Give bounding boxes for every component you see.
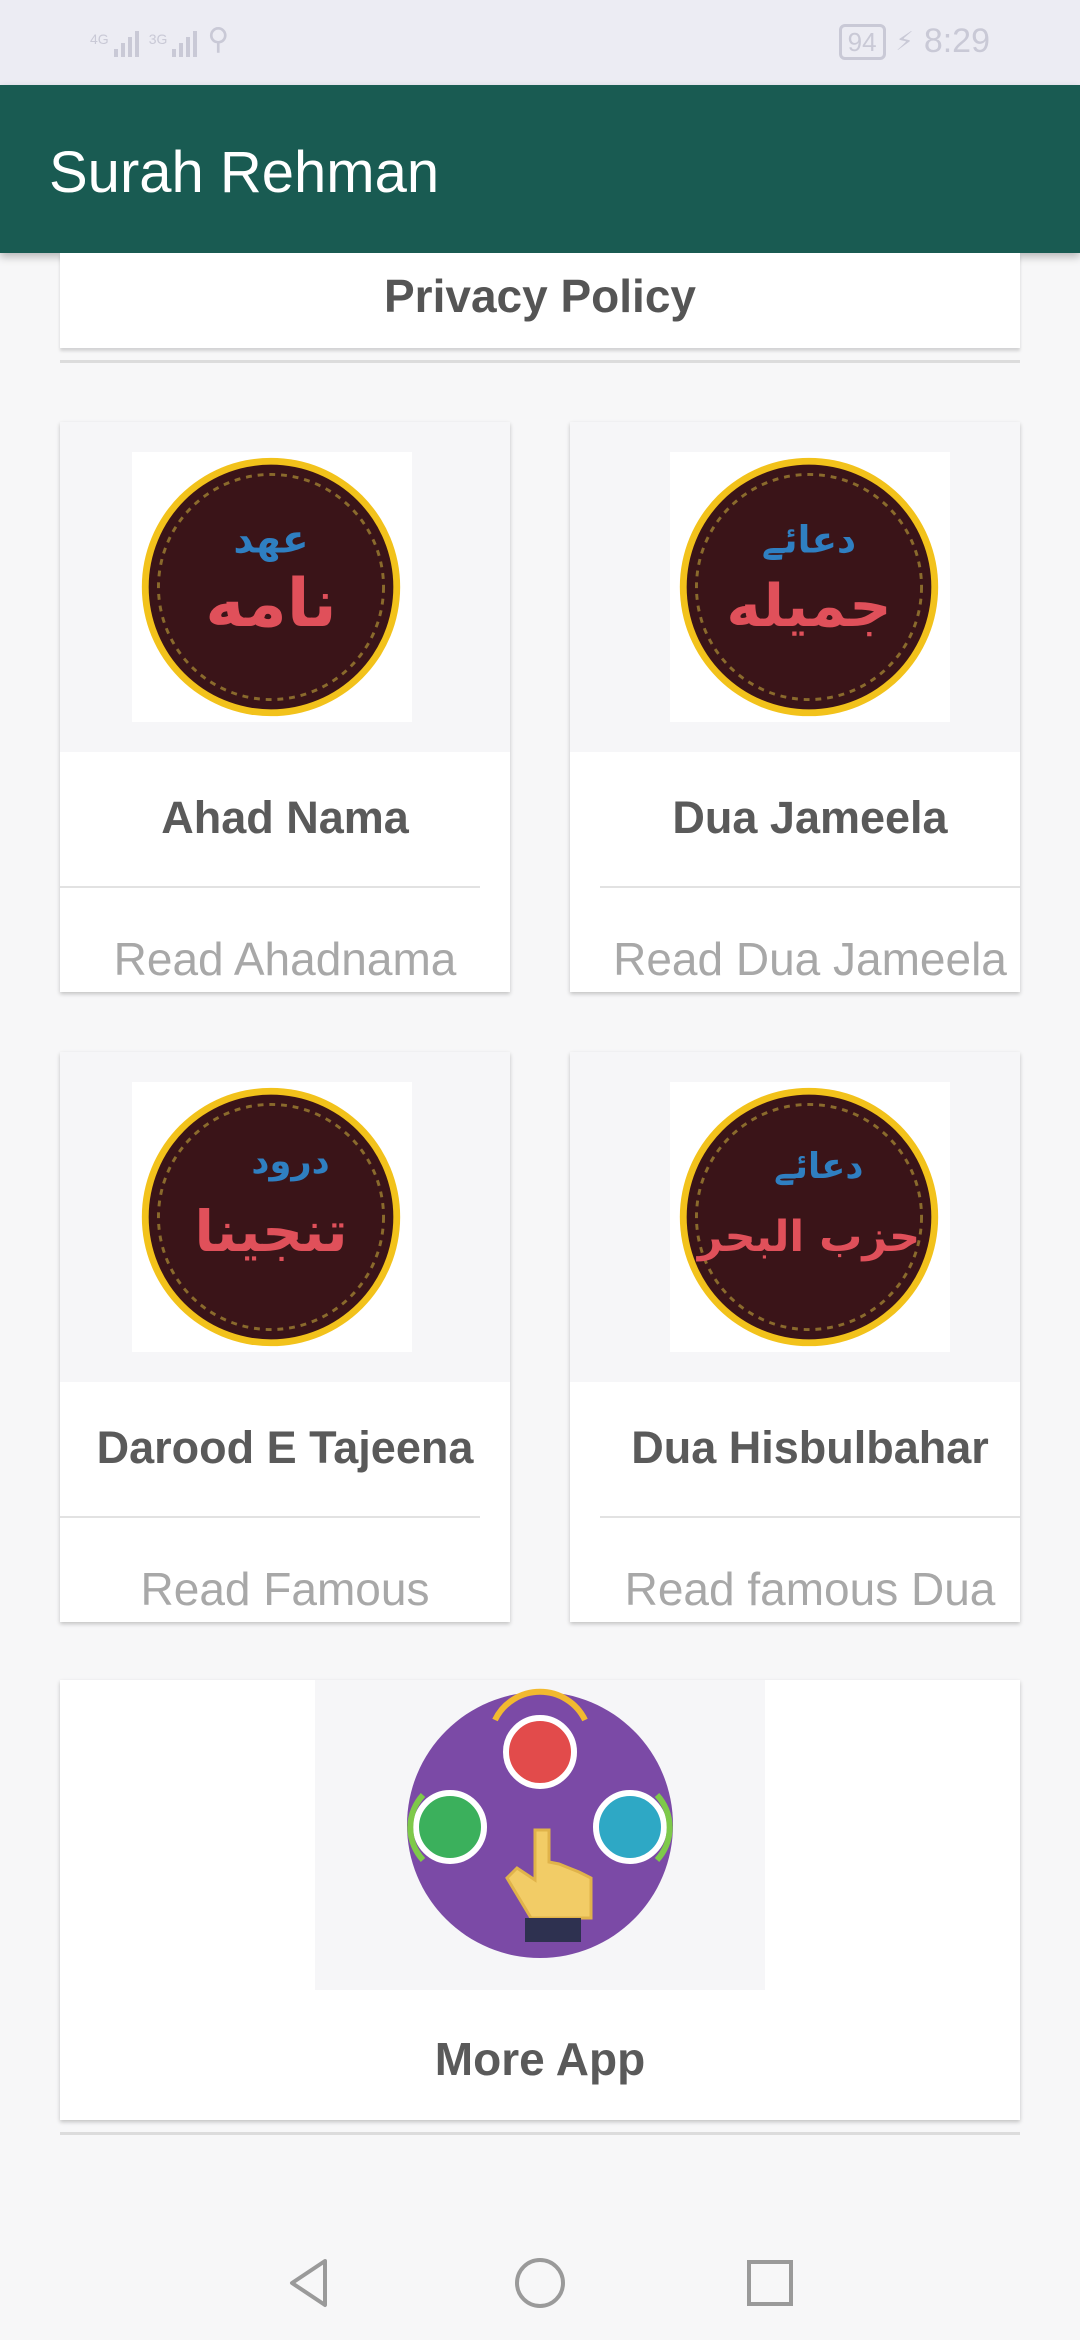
card-subtitle: Read Dua Jameela [613,933,1007,985]
more-app-image-area [315,1680,765,1990]
card-dua-jameela[interactable]: دعائے جمیله Dua Jameela Read Dua Jameela [570,422,1020,992]
card-image: دعائے حزب البحر [670,1082,950,1352]
signal-icon-2: 3G [149,31,198,57]
card-title: Darood E Tajeena [96,1422,474,1473]
bottom-divider [60,2132,1020,2135]
card-image: درود تنجینا [132,1082,412,1352]
back-icon[interactable] [280,2253,340,2313]
card-divider [60,886,480,888]
card-darood-tajeena[interactable]: درود تنجینا Darood E Tajeena Read Famous [60,1052,510,1622]
card-subtitle: Read Ahadnama [113,933,457,985]
card-image-area: دعائے جمیله [570,422,1020,752]
badge-top-text: دعائے [774,1146,863,1187]
more-app-icon [407,1688,673,1958]
badge-top-text: دعائے [762,518,856,562]
ahad-nama-logo: عهد نامه [141,457,401,717]
home-icon[interactable] [510,2253,570,2313]
badge-main-text: نامه [205,564,337,642]
dua-jameela-logo: دعائے جمیله [679,457,939,717]
navigation-bar [0,2225,1080,2340]
network-type-1: 4G [90,31,109,47]
card-divider [600,886,1020,888]
card-subtitle: Read Famous [140,1563,430,1615]
dua-hisbulbahar-logo: دعائے حزب البحر [679,1087,939,1347]
badge-main-text: تنجینا [194,1199,347,1265]
card-image-area: دعائے حزب البحر [570,1052,1020,1382]
card-title: Dua Hisbulbahar [631,1422,989,1473]
badge-top-text: عهد [233,518,308,563]
card-image: دعائے جمیله [670,452,950,722]
more-app-card[interactable]: More App [60,1680,1020,2120]
card-subtitle: Read famous Dua [624,1563,996,1615]
card-divider [600,1516,1020,1518]
charging-icon: ⚡ [895,26,914,56]
signal-icon: 4G [90,31,139,57]
clock: 8:29 [923,22,990,60]
badge-top-text: درود [251,1141,329,1182]
card-ahad-nama[interactable]: عهد نامه Ahad Nama Read Ahadnama [60,422,510,992]
privacy-policy-card[interactable]: Privacy Policy [60,253,1020,348]
privacy-policy-label: Privacy Policy [384,270,696,322]
section-divider [60,360,1020,363]
status-bar: 4G 3G ⚲ 94 ⚡ 8:29 [0,0,1080,85]
darood-tajeena-logo: درود تنجینا [141,1087,401,1347]
badge-main-text: جمیله [726,572,891,640]
app-bar: Surah Rehman [0,85,1080,253]
card-title: Ahad Nama [161,792,409,843]
card-image-area: عهد نامه [60,422,510,752]
recents-icon[interactable] [740,2253,800,2313]
card-divider [60,1516,480,1518]
status-left: 4G 3G ⚲ [90,22,229,57]
card-title: Dua Jameela [672,792,948,843]
battery-icon: 94 [838,23,886,60]
card-image-area: درود تنجینا [60,1052,510,1382]
usb-icon: ⚲ [207,23,230,56]
status-right: 94 ⚡ 8:29 [838,22,990,61]
card-image: عهد نامه [132,452,412,722]
network-type-2: 3G [148,31,168,47]
card-dua-hisbulbahar[interactable]: دعائے حزب البحر Dua Hisbulbahar Read fam… [570,1052,1020,1622]
badge-main-text: حزب البحر [696,1212,920,1262]
more-app-title: More App [434,2033,646,2085]
app-title: Surah Rehman [49,140,440,205]
